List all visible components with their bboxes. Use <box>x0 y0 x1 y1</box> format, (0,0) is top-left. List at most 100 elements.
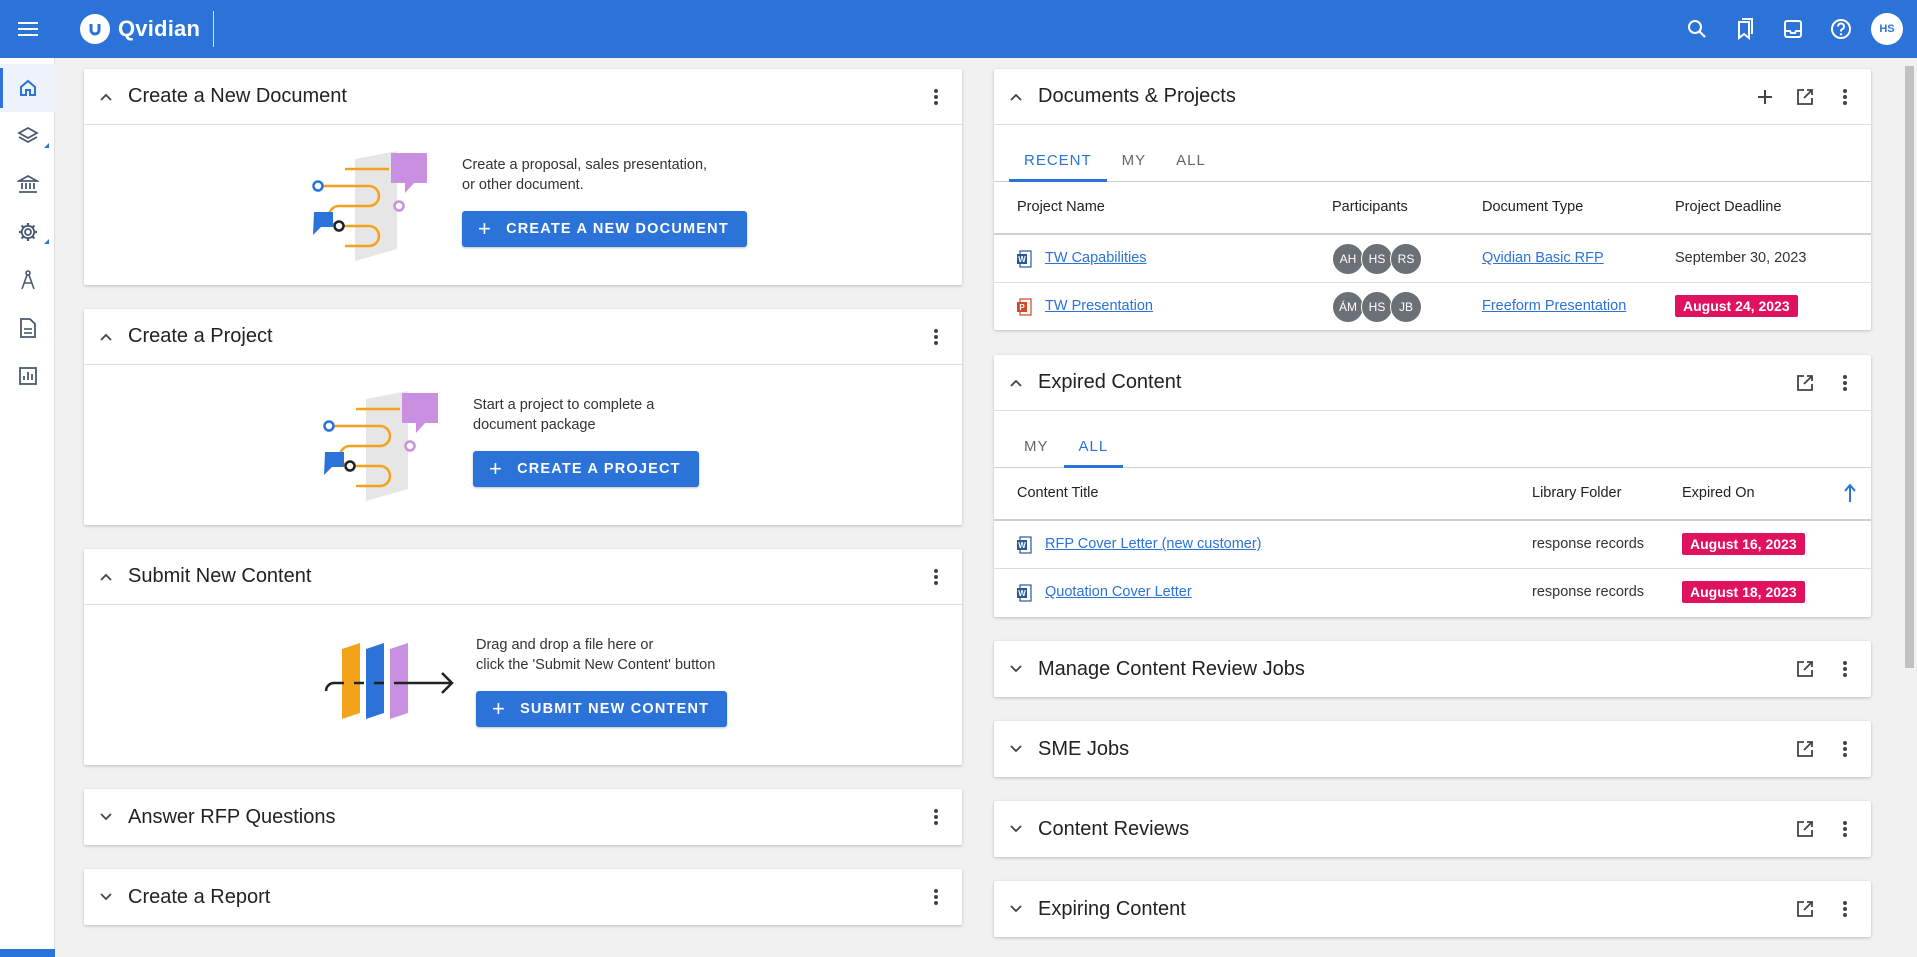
more-options-button[interactable] <box>916 797 956 837</box>
avatar[interactable]: JB <box>1390 291 1422 323</box>
column-header-library-folder[interactable]: Library Folder <box>1532 485 1621 501</box>
nav-documents[interactable] <box>0 304 55 352</box>
collapse-button[interactable] <box>84 309 128 365</box>
search-button[interactable] <box>1673 5 1721 53</box>
top-app-bar: Qvidian HS <box>0 0 1917 58</box>
document-type-link[interactable]: Freeform Presentation <box>1482 298 1626 314</box>
svg-text:P: P <box>1019 303 1025 312</box>
submenu-caret-icon <box>44 143 49 148</box>
menu-button[interactable] <box>0 0 56 58</box>
collapse-button[interactable] <box>84 549 128 605</box>
column-header-project-name[interactable]: Project Name <box>1017 199 1105 215</box>
more-options-button[interactable] <box>916 877 956 917</box>
create-project-button[interactable]: + CREATE A PROJECT <box>473 451 699 487</box>
more-options-button[interactable] <box>916 557 956 597</box>
create-new-document-button[interactable]: + CREATE A NEW DOCUMENT <box>462 211 747 247</box>
user-avatar[interactable]: HS <box>1871 13 1903 45</box>
create-document-card: Create a New Document Create a proposal,… <box>84 69 962 285</box>
document-type-link[interactable]: Qvidian Basic RFP <box>1482 250 1604 266</box>
scrollbar-thumb[interactable] <box>1905 66 1914 668</box>
column-header-expired-on[interactable]: Expired On <box>1682 485 1755 501</box>
help-button[interactable] <box>1817 5 1865 53</box>
card-title: Manage Content Review Jobs <box>1038 657 1305 680</box>
answer-rfp-card: Answer RFP Questions <box>84 789 962 845</box>
collapse-button[interactable] <box>84 69 128 125</box>
plus-icon: + <box>489 456 504 481</box>
open-in-new-icon <box>1797 89 1813 105</box>
card-title: Documents & Projects <box>1038 85 1236 107</box>
document-illustration-icon <box>312 151 427 261</box>
library-folder: response records <box>1532 536 1645 552</box>
open-in-new-button[interactable] <box>1785 889 1825 929</box>
expand-button[interactable] <box>994 801 1038 857</box>
nav-compass[interactable] <box>0 256 55 304</box>
word-file-icon: W <box>1017 584 1032 602</box>
button-label: CREATE A PROJECT <box>517 461 681 477</box>
home-icon <box>19 79 36 96</box>
nav-library[interactable] <box>0 160 55 208</box>
more-options-button[interactable] <box>1825 889 1865 929</box>
avatar[interactable]: HS <box>1361 291 1393 323</box>
app-logo[interactable]: Qvidian <box>80 0 215 58</box>
participants-group: AH HS RS <box>1332 243 1422 275</box>
bookmarks-button[interactable] <box>1721 5 1769 53</box>
description-line-2: click the 'Submit New Content' button <box>476 657 716 673</box>
column-header-content-title[interactable]: Content Title <box>1017 485 1098 501</box>
tab-my[interactable]: MY <box>1009 425 1064 467</box>
open-in-new-button[interactable] <box>1785 363 1825 403</box>
overdue-deadline-badge: August 24, 2023 <box>1675 295 1798 317</box>
sort-ascending-arrow-icon[interactable] <box>1843 483 1857 503</box>
nav-settings[interactable] <box>0 208 55 256</box>
avatar[interactable]: AH <box>1332 243 1364 275</box>
column-header-document-type[interactable]: Document Type <box>1482 199 1583 215</box>
avatar[interactable]: HS <box>1361 243 1393 275</box>
content-title-link[interactable]: RFP Cover Letter (new customer) <box>1045 536 1262 552</box>
more-options-button[interactable] <box>1825 77 1865 117</box>
more-vertical-icon <box>934 889 938 905</box>
more-options-button[interactable] <box>1825 809 1865 849</box>
chevron-up-icon <box>1010 93 1022 101</box>
submit-new-content-button[interactable]: + SUBMIT NEW CONTENT <box>476 691 728 727</box>
more-options-button[interactable] <box>916 77 956 117</box>
tab-my[interactable]: MY <box>1107 139 1162 181</box>
more-options-button[interactable] <box>1825 729 1865 769</box>
tab-all[interactable]: ALL <box>1063 425 1124 468</box>
collapse-button[interactable] <box>994 355 1038 411</box>
project-link[interactable]: TW Capabilities <box>1045 250 1147 266</box>
project-link[interactable]: TW Presentation <box>1045 298 1153 314</box>
expand-button[interactable] <box>84 869 128 925</box>
tab-recent[interactable]: RECENT <box>1009 139 1107 182</box>
table-header: Content Title Library Folder Expired On <box>994 468 1871 521</box>
more-options-button[interactable] <box>1825 649 1865 689</box>
open-in-new-icon <box>1797 821 1813 837</box>
content-title-link[interactable]: Quotation Cover Letter <box>1045 584 1192 600</box>
expand-button[interactable] <box>994 881 1038 937</box>
collapse-button[interactable] <box>994 69 1038 125</box>
expand-button[interactable] <box>994 641 1038 697</box>
library-icon <box>16 174 39 193</box>
menu-icon <box>18 22 38 36</box>
nav-home[interactable] <box>0 64 55 112</box>
tab-all[interactable]: ALL <box>1161 139 1221 181</box>
open-in-new-button[interactable] <box>1785 729 1825 769</box>
more-options-button[interactable] <box>1825 363 1865 403</box>
avatar[interactable]: ÁM <box>1332 291 1364 323</box>
library-folder: response records <box>1532 584 1645 600</box>
vertical-scrollbar[interactable] <box>1902 58 1917 957</box>
more-vertical-icon <box>1843 821 1847 837</box>
inbox-button[interactable] <box>1769 5 1817 53</box>
open-in-new-button[interactable] <box>1785 77 1825 117</box>
open-in-new-button[interactable] <box>1785 649 1825 689</box>
card-title: Create a Report <box>128 885 271 908</box>
more-options-button[interactable] <box>916 317 956 357</box>
avatar[interactable]: RS <box>1390 243 1422 275</box>
expand-button[interactable] <box>994 721 1038 777</box>
column-header-project-deadline[interactable]: Project Deadline <box>1675 199 1781 215</box>
open-in-new-button[interactable] <box>1785 809 1825 849</box>
nav-content-layers[interactable] <box>0 112 55 160</box>
nav-reports[interactable] <box>0 352 55 400</box>
add-button[interactable] <box>1745 77 1785 117</box>
column-header-participants[interactable]: Participants <box>1332 199 1408 215</box>
expand-button[interactable] <box>84 789 128 845</box>
more-vertical-icon <box>934 569 938 585</box>
